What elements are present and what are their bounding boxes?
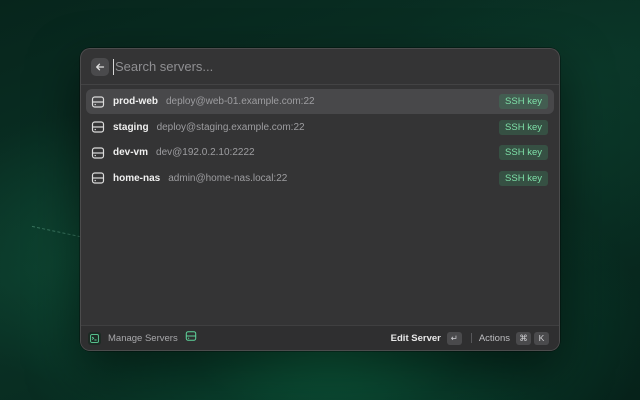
auth-badge: SSH key (499, 119, 548, 135)
server-row[interactable]: staging deploy@staging.example.com:22 SSH … (86, 115, 554, 140)
command-key-hint: ⌘ (516, 331, 531, 345)
server-row[interactable]: dev-vm dev@192.0.2.10:2222 SSH key (86, 140, 554, 165)
edit-server-button[interactable]: Edit Server (391, 333, 441, 344)
arrow-left-icon (96, 63, 105, 70)
terminal-app-icon (88, 331, 101, 345)
server-address: dev@192.0.2.10:2222 (156, 147, 255, 158)
server-address: deploy@staging.example.com:22 (156, 121, 305, 133)
server-address: admin@home-nas.local:22 (168, 172, 288, 184)
server-address: deploy@web-01.example.com:22 (166, 96, 315, 107)
server-name: prod-web (113, 96, 158, 107)
auth-badge: SSH key (499, 145, 548, 160)
actions-button[interactable]: Actions (479, 333, 510, 344)
server-icon (91, 95, 105, 108)
k-key-hint: K (534, 331, 549, 345)
back-button[interactable] (91, 57, 109, 76)
footer-server-icon (185, 329, 197, 347)
server-row[interactable]: prod-web deploy@web-01.example.com:22 SSH … (86, 89, 554, 114)
server-list: prod-web deploy@web-01.example.com:22 SSH … (81, 85, 559, 195)
search-bar (81, 49, 559, 85)
enter-key-hint: ↵ (446, 331, 462, 345)
auth-badge: SSH key (499, 94, 548, 109)
server-icon (91, 146, 105, 159)
server-name: dev-vm (113, 147, 149, 158)
footer-bar: Manage Servers Edit Server ↵ Actions ⌘ K (81, 325, 559, 350)
server-row[interactable]: home-nas admin@home-nas.local:22 SSH key (86, 166, 554, 191)
server-icon (91, 121, 105, 133)
footer-title: Manage Servers (108, 332, 178, 344)
footer-separator (470, 333, 472, 343)
server-icon (91, 172, 105, 184)
launcher-window: prod-web deploy@web-01.example.com:22 SSH … (80, 48, 560, 351)
search-input[interactable] (113, 58, 549, 75)
auth-badge: SSH key (499, 170, 548, 186)
server-name: home-nas (113, 172, 161, 184)
server-name: staging (113, 121, 149, 133)
